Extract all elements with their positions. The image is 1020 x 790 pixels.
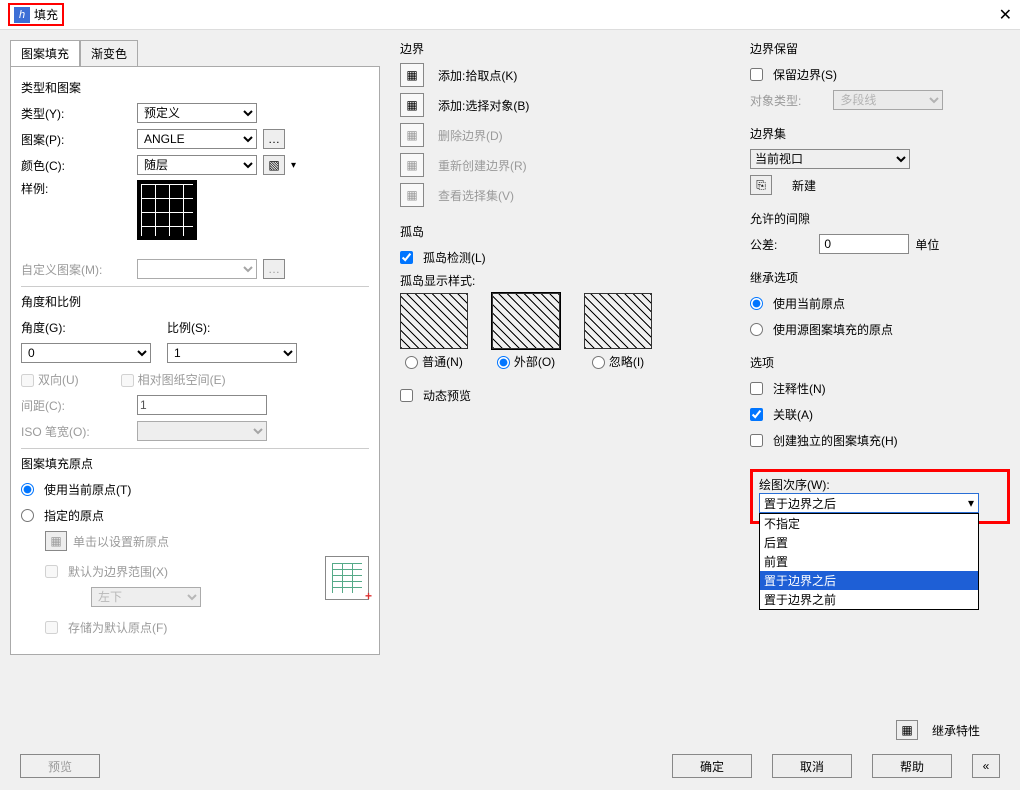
dynamic-preview-checkbox[interactable]: 动态预览 xyxy=(400,384,730,406)
origin-current-radio[interactable]: 使用当前原点(T) xyxy=(21,478,369,500)
chevron-down-icon: ▾ xyxy=(291,160,296,171)
group-inherit: 继承选项 xyxy=(750,269,1010,286)
dd-item-3[interactable]: 置于边界之后 xyxy=(760,571,978,590)
unit-label: 单位 xyxy=(915,236,939,253)
collapse-button[interactable]: « xyxy=(972,754,1000,778)
draw-order-label: 绘图次序(W): xyxy=(759,476,1001,493)
pattern-browse-button[interactable]: … xyxy=(263,129,285,149)
scale-label: 比例(S): xyxy=(167,319,210,336)
separate-checkbox[interactable]: 创建独立的图案填充(H) xyxy=(750,429,1010,451)
default-extent-checkbox: 默认为边界范围(X) xyxy=(45,560,201,582)
store-default-checkbox: 存储为默认原点(F) xyxy=(45,616,369,638)
island-outer-radio[interactable]: 外部(O) xyxy=(497,353,555,370)
angle-select[interactable]: 0 xyxy=(21,343,151,363)
cancel-button[interactable]: 取消 xyxy=(772,754,852,778)
preview-button: 预览 xyxy=(20,754,100,778)
dd-item-4[interactable]: 置于边界之前 xyxy=(760,590,978,609)
scale-select[interactable]: 1 xyxy=(167,343,297,363)
group-boundary-retain: 边界保留 xyxy=(750,40,1010,57)
group-boundary: 边界 xyxy=(400,40,730,57)
help-button[interactable]: 帮助 xyxy=(872,754,952,778)
remove-boundary-icon: ▦ xyxy=(400,123,424,147)
bidir-checkbox: 双向(U) xyxy=(21,371,79,388)
spacing-label: 间距(C): xyxy=(21,397,131,414)
dd-item-1[interactable]: 后置 xyxy=(760,533,978,552)
window-title: 填充 xyxy=(34,6,58,23)
tab-hatch[interactable]: 图案填充 xyxy=(10,40,80,66)
inherit-props-label[interactable]: 继承特性 xyxy=(932,722,980,739)
iso-label: ISO 笔宽(O): xyxy=(21,423,131,440)
inherit-current-radio[interactable]: 使用当前原点 xyxy=(750,292,1010,314)
color-swatch-button[interactable]: ▧ xyxy=(263,155,285,175)
set-origin-icon: ▦ xyxy=(45,531,67,551)
spacing-input xyxy=(137,395,267,415)
tolerance-input[interactable] xyxy=(819,234,909,254)
boundary-set-select[interactable]: 当前视口 xyxy=(750,149,910,169)
island-normal-img[interactable] xyxy=(400,293,468,349)
group-type-pattern: 类型和图案 xyxy=(21,79,369,96)
group-origin: 图案填充原点 xyxy=(21,455,369,472)
paperspace-checkbox: 相对图纸空间(E) xyxy=(121,371,226,388)
tab-gradient[interactable]: 渐变色 xyxy=(80,40,138,66)
add-select-label[interactable]: 添加:选择对象(B) xyxy=(438,97,529,114)
island-normal-radio[interactable]: 普通(N) xyxy=(405,353,463,370)
iso-select xyxy=(137,421,267,441)
origin-preview-icon xyxy=(325,556,369,600)
origin-specify-radio[interactable]: 指定的原点 xyxy=(21,504,369,526)
group-boundary-set: 边界集 xyxy=(750,125,1010,142)
close-icon[interactable]: ✕ xyxy=(999,5,1012,25)
view-selection-label: 查看选择集(V) xyxy=(438,187,514,204)
color-label: 颜色(C): xyxy=(21,157,131,174)
island-detect-checkbox[interactable]: 孤岛检测(L) xyxy=(400,246,730,268)
app-icon: h xyxy=(14,7,30,23)
pattern-select[interactable]: ANGLE xyxy=(137,129,257,149)
remove-boundary-label: 删除边界(D) xyxy=(438,127,503,144)
island-ignore-img[interactable] xyxy=(584,293,652,349)
pattern-sample[interactable] xyxy=(137,180,197,240)
pattern-label: 图案(P): xyxy=(21,131,131,148)
dd-item-0[interactable]: 不指定 xyxy=(760,514,978,533)
set-origin-label: 单击以设置新原点 xyxy=(73,533,169,550)
retain-boundary-checkbox[interactable]: 保留边界(S) xyxy=(750,63,1010,85)
select-obj-icon[interactable]: ▦ xyxy=(400,93,424,117)
origin-pos-select: 左下 xyxy=(91,587,201,607)
group-island: 孤岛 xyxy=(400,223,730,240)
new-boundary-label[interactable]: 新建 xyxy=(792,177,816,194)
obj-type-select: 多段线 xyxy=(833,90,943,110)
color-select[interactable]: 随层 xyxy=(137,155,257,175)
island-ignore-radio[interactable]: 忽略(I) xyxy=(592,353,644,370)
assoc-checkbox[interactable]: 关联(A) xyxy=(750,403,1010,425)
ok-button[interactable]: 确定 xyxy=(672,754,752,778)
new-boundary-icon[interactable]: ⎘ xyxy=(750,175,772,195)
group-gap: 允许的间隙 xyxy=(750,210,1010,227)
custom-pattern-select xyxy=(137,259,257,279)
island-style-label: 孤岛显示样式: xyxy=(400,272,730,289)
draw-order-select[interactable]: 置于边界之后 xyxy=(759,493,979,513)
sample-label: 样例: xyxy=(21,180,131,197)
type-select[interactable]: 预定义 xyxy=(137,103,257,123)
draw-order-dropdown-list[interactable]: 不指定 后置 前置 置于边界之后 置于边界之前 xyxy=(759,513,979,610)
custom-pattern-label: 自定义图案(M): xyxy=(21,261,131,278)
island-outer-img[interactable] xyxy=(492,293,560,349)
inherit-props-icon[interactable]: ▦ xyxy=(896,720,918,740)
recreate-boundary-label: 重新创建边界(R) xyxy=(438,157,527,174)
type-label: 类型(Y): xyxy=(21,105,131,122)
inherit-source-radio[interactable]: 使用源图案填充的原点 xyxy=(750,318,1010,340)
angle-label: 角度(G): xyxy=(21,319,161,336)
obj-type-label: 对象类型: xyxy=(750,92,801,109)
recreate-boundary-icon: ▦ xyxy=(400,153,424,177)
view-selection-icon: ▦ xyxy=(400,183,424,207)
group-angle-scale: 角度和比例 xyxy=(21,293,369,310)
tolerance-label: 公差: xyxy=(750,236,777,253)
annotative-checkbox[interactable]: 注释性(N) xyxy=(750,377,1010,399)
pick-point-icon[interactable]: ▦ xyxy=(400,63,424,87)
custom-pattern-browse: … xyxy=(263,259,285,279)
group-options: 选项 xyxy=(750,354,1010,371)
dd-item-2[interactable]: 前置 xyxy=(760,552,978,571)
add-pick-label[interactable]: 添加:拾取点(K) xyxy=(438,67,517,84)
